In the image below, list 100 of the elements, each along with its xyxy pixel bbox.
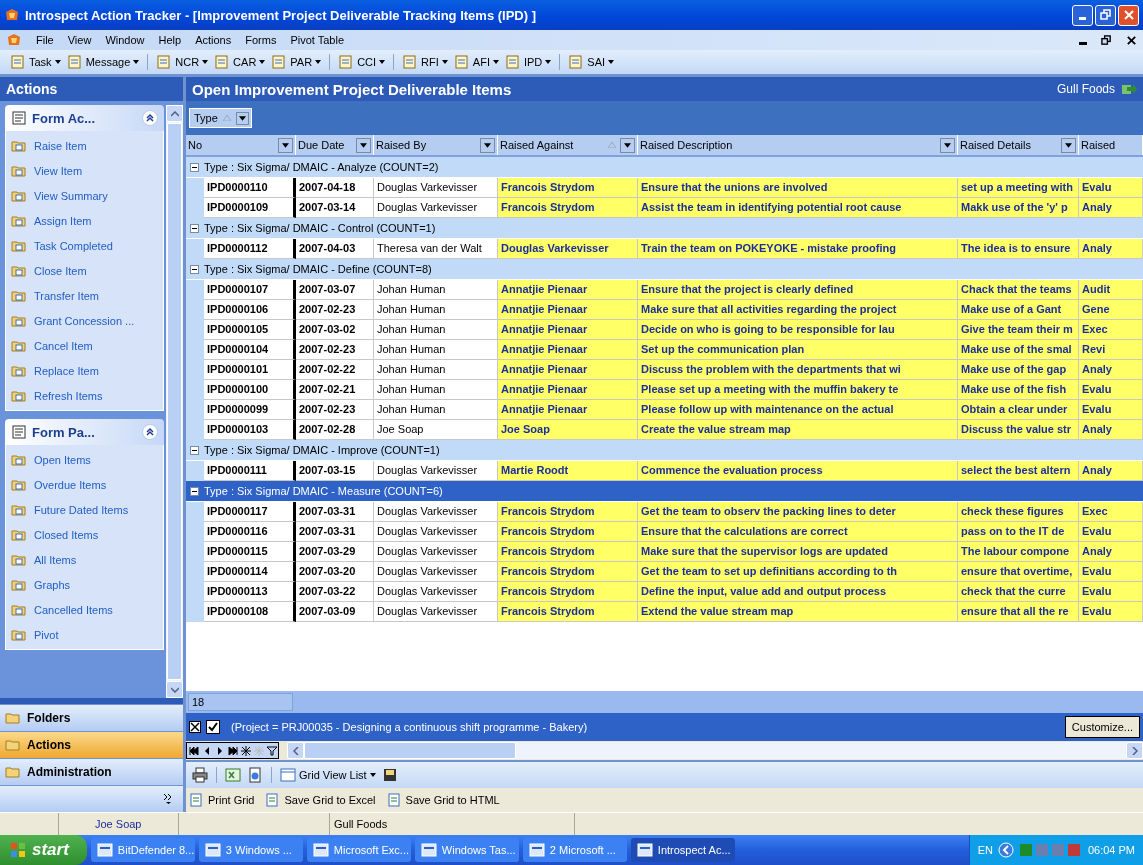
chevron-icon[interactable] (163, 793, 173, 805)
column-header[interactable]: No (186, 135, 296, 155)
toolbar-dropdown-button[interactable]: IPD (504, 54, 552, 70)
collapse-icon[interactable] (190, 486, 199, 496)
group-by-chip[interactable]: Type (189, 108, 252, 128)
column-header[interactable]: Raised Description (638, 135, 958, 155)
menu-item[interactable]: File (36, 34, 54, 46)
sidebar-item[interactable]: Future Dated Items (34, 503, 129, 516)
toolbar-dropdown-button[interactable]: SAI (568, 54, 615, 70)
navigation-button[interactable]: Administration (0, 758, 183, 785)
collapse-icon[interactable] (190, 264, 199, 274)
column-header[interactable]: Raised Against (498, 135, 638, 155)
column-filter-button[interactable] (1061, 137, 1076, 153)
view-dropdown-button[interactable]: Grid View List (280, 767, 376, 783)
sidebar-item[interactable]: Open Items (34, 453, 91, 466)
taskbar-button[interactable]: 2 Microsoft ... (522, 838, 627, 862)
column-header[interactable]: Raised (1079, 135, 1143, 155)
group-row[interactable]: Type : Six Sigma/ DMAIC - Control (COUNT=1) (186, 218, 1143, 239)
column-header[interactable]: Raised Details (958, 135, 1079, 155)
collapse-icon[interactable] (190, 445, 199, 455)
taskbar-button[interactable]: BitDefender 8... (90, 838, 195, 862)
tray-icons-drawing[interactable] (997, 842, 1014, 858)
sidebar-item[interactable]: View Summary (34, 189, 108, 202)
sidebar-item[interactable]: Raise Item (34, 139, 87, 152)
customize-button[interactable]: Customize... (1064, 716, 1140, 738)
column-header[interactable]: Raised By (374, 135, 498, 155)
sidebar-item[interactable]: Overdue Items (34, 478, 107, 491)
sidebar-item[interactable]: Task Completed (34, 239, 113, 252)
last-record-button[interactable] (226, 743, 239, 758)
taskbar-button[interactable]: 3 Windows ... (198, 838, 303, 862)
sidebar-item[interactable]: Cancelled Items (34, 603, 113, 616)
menu-item[interactable]: Pivot Table (290, 34, 344, 46)
column-filter-button[interactable] (940, 137, 955, 153)
sidebar-item[interactable]: View Item (34, 164, 83, 177)
save-button[interactable] (381, 767, 398, 783)
first-record-button[interactable] (187, 743, 200, 758)
scroll-left-button[interactable] (287, 742, 304, 759)
menu-item[interactable]: Window (105, 34, 145, 46)
taskbar-button[interactable]: Windows Tas... (414, 838, 519, 862)
menu-item[interactable]: Help (158, 34, 182, 46)
restore-icon[interactable] (1101, 34, 1112, 46)
grid-action-button[interactable]: Print Grid (188, 792, 255, 808)
restore-button[interactable] (1095, 4, 1116, 26)
sidebar-item[interactable]: All Items (34, 553, 77, 566)
navigation-button[interactable]: Actions (0, 731, 183, 758)
scroll-down-button[interactable] (166, 681, 183, 698)
toolbar-dropdown-button[interactable]: Task (10, 54, 61, 70)
toolbar-dropdown-button[interactable]: NCR (156, 54, 209, 70)
toolbar-dropdown-button[interactable]: Message (66, 54, 140, 70)
sidebar-item[interactable]: Grant Concession ... (34, 314, 135, 327)
column-filter-button[interactable] (480, 137, 495, 153)
print-button[interactable] (192, 767, 208, 783)
column-filter-button[interactable] (356, 137, 371, 153)
taskbar-button[interactable]: Microsoft Exc... (306, 838, 411, 862)
minimize-icon[interactable] (1079, 41, 1087, 45)
toolbar-dropdown-button[interactable]: AFI (453, 54, 499, 70)
sidebar-item[interactable]: Closed Items (34, 528, 99, 541)
navigation-button[interactable]: Folders (0, 704, 183, 731)
close-button[interactable] (1118, 4, 1139, 26)
collapse-icon[interactable] (190, 223, 199, 233)
close-icon[interactable] (1126, 34, 1137, 46)
menu-item[interactable]: View (67, 34, 92, 46)
grid-action-button[interactable]: Save Grid to Excel (264, 792, 376, 808)
column-filter-button[interactable] (278, 137, 293, 153)
filter-checkbox[interactable] (206, 720, 220, 734)
collapse-icon[interactable] (190, 162, 199, 172)
clear-filter-button[interactable] (189, 721, 201, 733)
sidebar-item[interactable]: Refresh Items (34, 389, 103, 402)
toolbar-dropdown-button[interactable]: CCI (338, 54, 386, 70)
group-row[interactable]: Type : Six Sigma/ DMAIC - Analyze (COUNT=2) (186, 157, 1143, 178)
menu-item[interactable]: Actions (195, 34, 232, 46)
filter-record-button[interactable] (265, 743, 278, 758)
toolbar-dropdown-button[interactable]: PAR (271, 54, 322, 70)
column-filter-button[interactable] (620, 137, 635, 153)
sidebar-item[interactable]: Pivot (34, 628, 59, 641)
group-row[interactable]: Type : Six Sigma/ DMAIC - Define (COUNT=8) (186, 259, 1143, 280)
scroll-up-button[interactable] (166, 105, 183, 122)
sidebar-item[interactable]: Cancel Item (34, 339, 93, 352)
new-record-button[interactable] (239, 743, 252, 758)
column-header[interactable]: Due Date (296, 135, 374, 155)
grid-action-button[interactable]: Save Grid to HTML (385, 792, 500, 808)
taskbar-button[interactable]: Introspect Ac... (630, 838, 735, 862)
scrollbar-thumb[interactable] (167, 123, 182, 680)
filter-dropdown-button[interactable] (235, 111, 249, 125)
sidebar-item[interactable]: Transfer Item (34, 289, 99, 302)
minimize-button[interactable] (1072, 4, 1093, 26)
scroll-right-button[interactable] (1126, 742, 1143, 759)
toolbar-dropdown-button[interactable]: RFI (402, 54, 448, 70)
group-row[interactable]: Type : Six Sigma/ DMAIC - Improve (COUNT=1) (186, 440, 1143, 461)
toolbar-dropdown-button[interactable]: CAR (214, 54, 266, 70)
sidebar-item[interactable]: Assign Item (34, 214, 92, 227)
excel-export-button[interactable] (225, 767, 241, 783)
html-export-button[interactable] (247, 767, 263, 783)
group-row[interactable]: Type : Six Sigma/ DMAIC - Measure (COUNT=6) (186, 481, 1143, 502)
sidebar-item[interactable]: Close Item (34, 264, 87, 277)
sidebar-item[interactable]: Replace Item (34, 364, 99, 377)
collapse-button[interactable] (142, 110, 158, 126)
scrollbar-thumb[interactable] (304, 742, 516, 759)
sidebar-item[interactable]: Graphs (34, 578, 71, 591)
collapse-button[interactable] (142, 424, 158, 440)
